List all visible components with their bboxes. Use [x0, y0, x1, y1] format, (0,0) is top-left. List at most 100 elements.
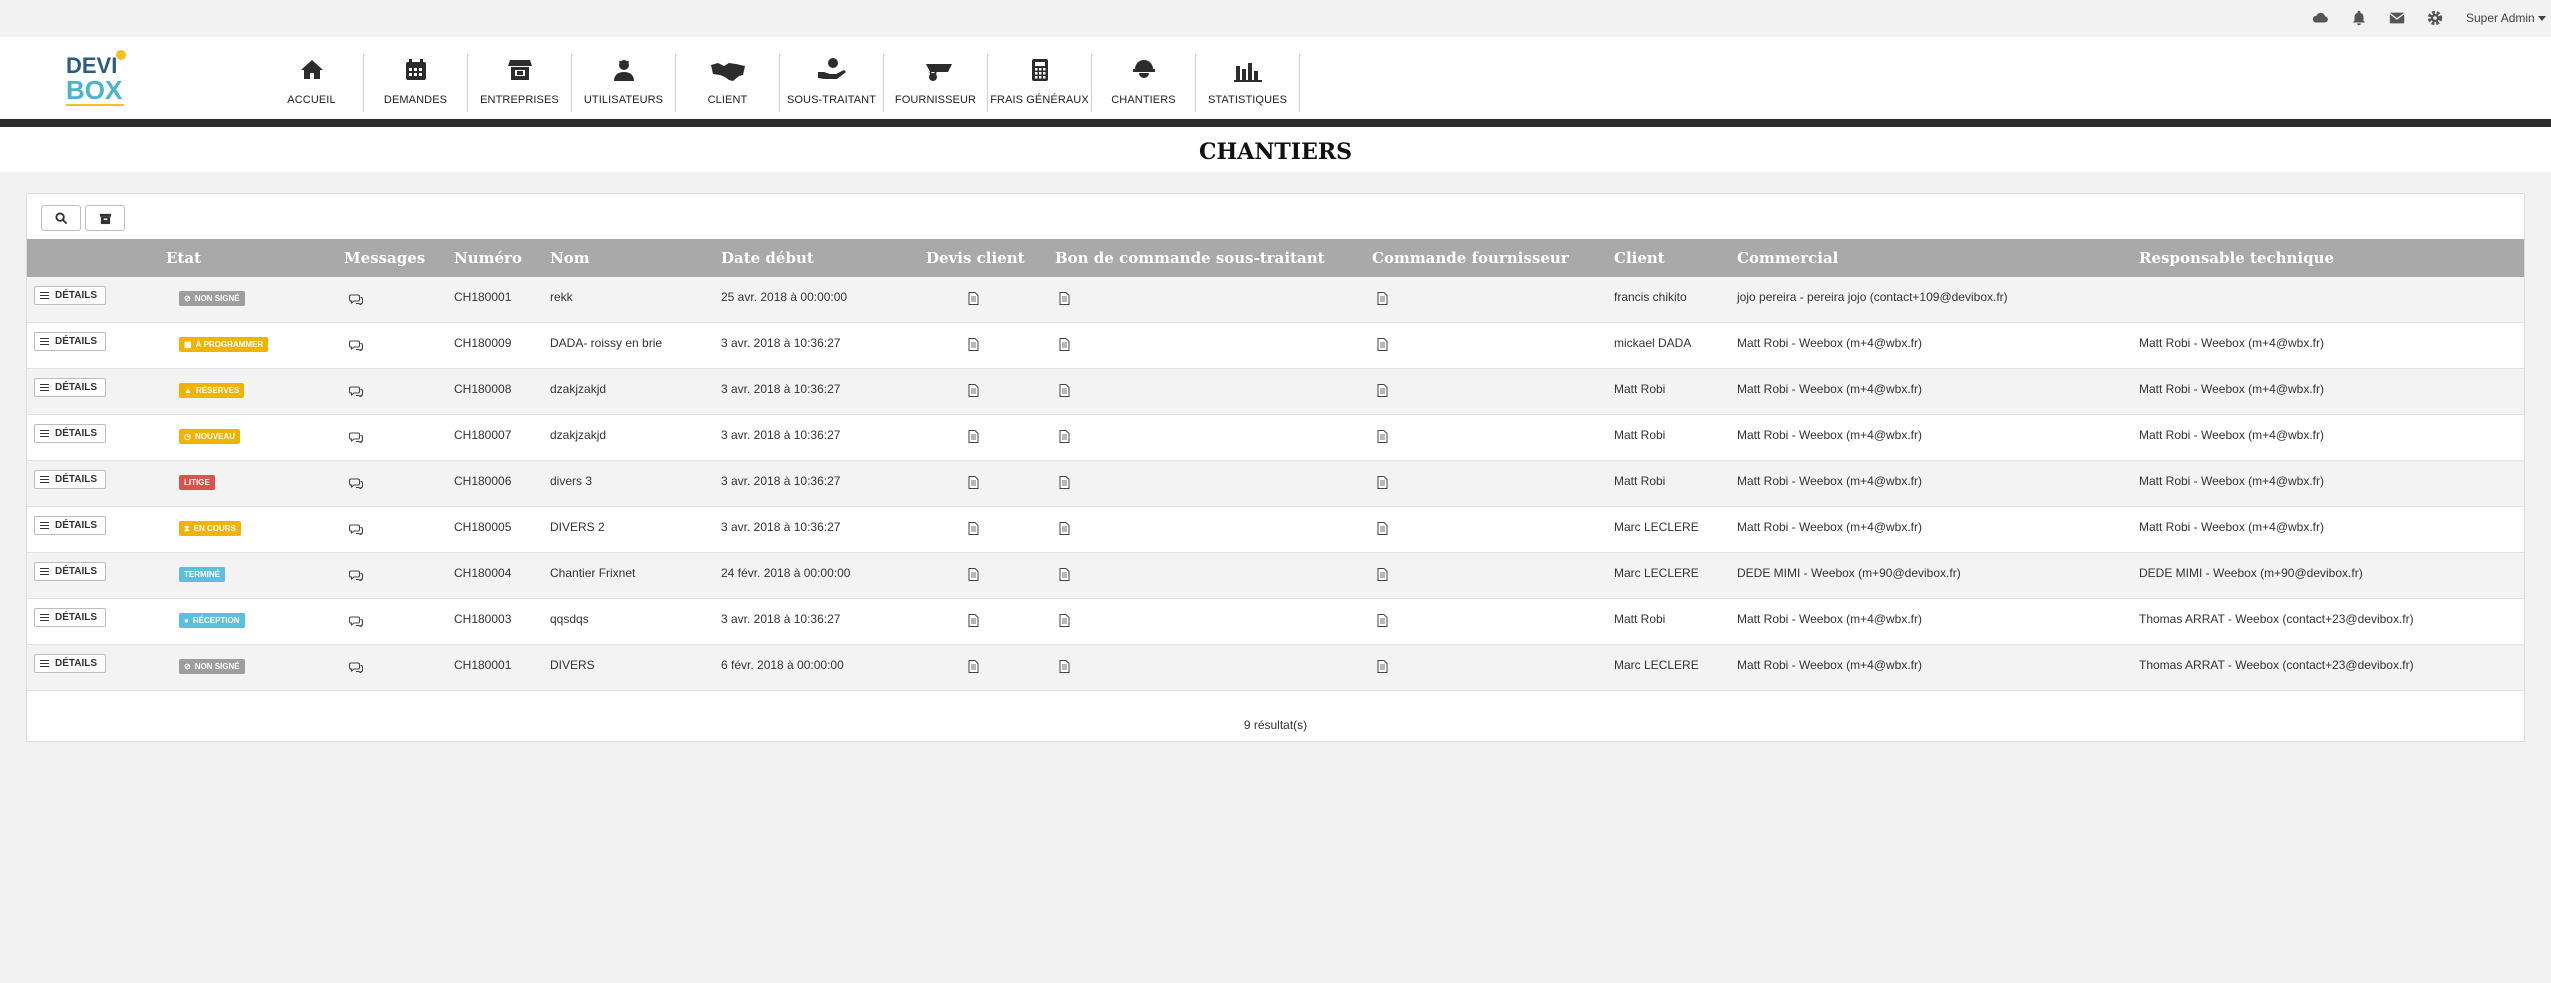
- file-icon[interactable]: [968, 660, 979, 673]
- bars-icon: [40, 428, 49, 439]
- details-button[interactable]: DÉTAILS: [34, 470, 106, 489]
- comments-icon[interactable]: [349, 615, 363, 627]
- details-button[interactable]: DÉTAILS: [34, 608, 106, 627]
- nav-item-statistiques[interactable]: STATISTIQUES: [1196, 54, 1300, 112]
- file-icon[interactable]: [1377, 430, 1388, 443]
- file-icon[interactable]: [1377, 614, 1388, 627]
- table-header: Etat Messages Numéro Nom Date début Devi…: [27, 239, 2524, 277]
- nav-item-client[interactable]: CLIENT: [676, 54, 780, 112]
- comments-icon[interactable]: [349, 661, 363, 673]
- nav-item-accueil[interactable]: ACCUEIL: [260, 54, 364, 112]
- file-icon[interactable]: [1377, 476, 1388, 489]
- comments-icon[interactable]: [349, 523, 363, 535]
- header: DEVI BOX ACCUEIL DEMANDES ENTREPRISES UT…: [0, 37, 2551, 119]
- nom-cell: qqsdqs: [550, 612, 589, 626]
- nav-label: ACCUEIL: [287, 94, 336, 106]
- file-icon[interactable]: [1377, 338, 1388, 351]
- file-icon[interactable]: [1059, 568, 1070, 581]
- details-button[interactable]: DÉTAILS: [34, 286, 106, 305]
- responsable-cell: Matt Robi - Weebox (m+4@wbx.fr): [2139, 382, 2325, 396]
- cloud-icon[interactable]: [2311, 9, 2331, 29]
- col-header-date-debut[interactable]: Date début: [721, 239, 814, 277]
- envelope-icon[interactable]: [2388, 9, 2408, 29]
- bell-icon[interactable]: [2350, 9, 2370, 29]
- col-header-responsable[interactable]: Responsable technique: [2139, 239, 2334, 277]
- file-icon[interactable]: [968, 430, 979, 443]
- client-cell: Matt Robi: [1614, 612, 1666, 626]
- col-header-nom[interactable]: Nom: [550, 239, 590, 277]
- col-header-commercial[interactable]: Commercial: [1737, 239, 1838, 277]
- file-icon[interactable]: [1059, 476, 1070, 489]
- file-icon[interactable]: [1377, 522, 1388, 535]
- date-cell: 3 avr. 2018 à 10:36:27: [721, 382, 841, 396]
- file-icon[interactable]: [1377, 660, 1388, 673]
- commercial-cell: Matt Robi - Weebox (m+4@wbx.fr): [1737, 382, 1923, 396]
- status-label: TERMINÉ: [184, 570, 220, 579]
- col-header-numero[interactable]: Numéro: [454, 239, 522, 277]
- archive-button[interactable]: [85, 205, 125, 231]
- nav-item-fournisseur[interactable]: FOURNISSEUR: [884, 54, 988, 112]
- col-header-messages[interactable]: Messages: [344, 239, 425, 277]
- file-icon[interactable]: [1377, 568, 1388, 581]
- user-menu[interactable]: Super Admin: [2466, 11, 2546, 25]
- file-icon[interactable]: [968, 476, 979, 489]
- commercial-cell: jojo pereira - pereira jojo (contact+109…: [1737, 290, 2008, 304]
- top-bar: Super Admin: [0, 0, 2551, 37]
- nav-item-entreprises[interactable]: ENTREPRISES: [468, 54, 572, 112]
- col-header-commande-fournisseur[interactable]: Commande fournisseur: [1372, 239, 1569, 277]
- status-label: À PROGRAMMER: [195, 340, 264, 349]
- details-button[interactable]: DÉTAILS: [34, 516, 106, 535]
- file-icon[interactable]: [968, 292, 979, 305]
- status-label: RÉCEPTION: [192, 616, 240, 625]
- col-header-bon-commande[interactable]: Bon de commande sous-traitant: [1055, 239, 1325, 277]
- commercial-cell: Matt Robi - Weebox (m+4@wbx.fr): [1737, 520, 1923, 534]
- comments-icon[interactable]: [349, 339, 363, 351]
- details-button[interactable]: DÉTAILS: [34, 654, 106, 673]
- nav-item-chantiers[interactable]: CHANTIERS: [1092, 54, 1196, 112]
- gear-icon[interactable]: [2426, 9, 2446, 29]
- nav-item-utilisateurs[interactable]: UTILISATEURS: [572, 54, 676, 112]
- file-icon[interactable]: [968, 384, 979, 397]
- file-icon[interactable]: [1059, 292, 1070, 305]
- search-button[interactable]: [41, 205, 81, 231]
- col-header-devis-client[interactable]: Devis client: [926, 239, 1025, 277]
- comments-icon[interactable]: [349, 385, 363, 397]
- date-cell: 3 avr. 2018 à 10:36:27: [721, 612, 841, 626]
- numero-cell: CH180001: [454, 290, 512, 304]
- status-badge: ⊘ NON SIGNÉ: [179, 291, 245, 306]
- file-icon[interactable]: [968, 522, 979, 535]
- file-icon[interactable]: [968, 614, 979, 627]
- file-icon[interactable]: [1059, 384, 1070, 397]
- file-icon[interactable]: [1377, 292, 1388, 305]
- details-button[interactable]: DÉTAILS: [34, 332, 106, 351]
- file-icon[interactable]: [1377, 384, 1388, 397]
- col-header-etat[interactable]: Etat: [166, 239, 201, 277]
- comments-icon[interactable]: [349, 477, 363, 489]
- nom-cell: DADA- roissy en brie: [550, 336, 663, 350]
- comments-icon[interactable]: [349, 293, 363, 305]
- nav-item-demandes[interactable]: DEMANDES: [364, 54, 468, 112]
- status-badge: ⊘ NON SIGNÉ: [179, 659, 245, 674]
- nav-item-frais-generaux[interactable]: FRAIS GÉNÉRAUX: [988, 54, 1092, 112]
- file-icon[interactable]: [1059, 522, 1070, 535]
- commercial-cell: Matt Robi - Weebox (m+4@wbx.fr): [1737, 336, 1923, 350]
- bars-icon: [40, 474, 49, 485]
- file-icon[interactable]: [1059, 660, 1070, 673]
- bars-icon: [40, 566, 49, 577]
- numero-cell: CH180001: [454, 658, 512, 672]
- logo[interactable]: DEVI BOX: [60, 43, 140, 113]
- comments-icon[interactable]: [349, 431, 363, 443]
- details-button[interactable]: DÉTAILS: [34, 562, 106, 581]
- file-icon[interactable]: [1059, 430, 1070, 443]
- file-icon[interactable]: [1059, 338, 1070, 351]
- col-header-client[interactable]: Client: [1614, 239, 1665, 277]
- nav-item-sous-traitant[interactable]: SOUS-TRAITANT: [780, 54, 884, 112]
- details-button[interactable]: DÉTAILS: [34, 378, 106, 397]
- file-icon[interactable]: [968, 568, 979, 581]
- comments-icon[interactable]: [349, 569, 363, 581]
- details-button[interactable]: DÉTAILS: [34, 424, 106, 443]
- file-icon[interactable]: [1059, 614, 1070, 627]
- client-cell: Marc LECLERE: [1614, 566, 1699, 580]
- bar-chart-icon: [1232, 54, 1264, 86]
- file-icon[interactable]: [968, 338, 979, 351]
